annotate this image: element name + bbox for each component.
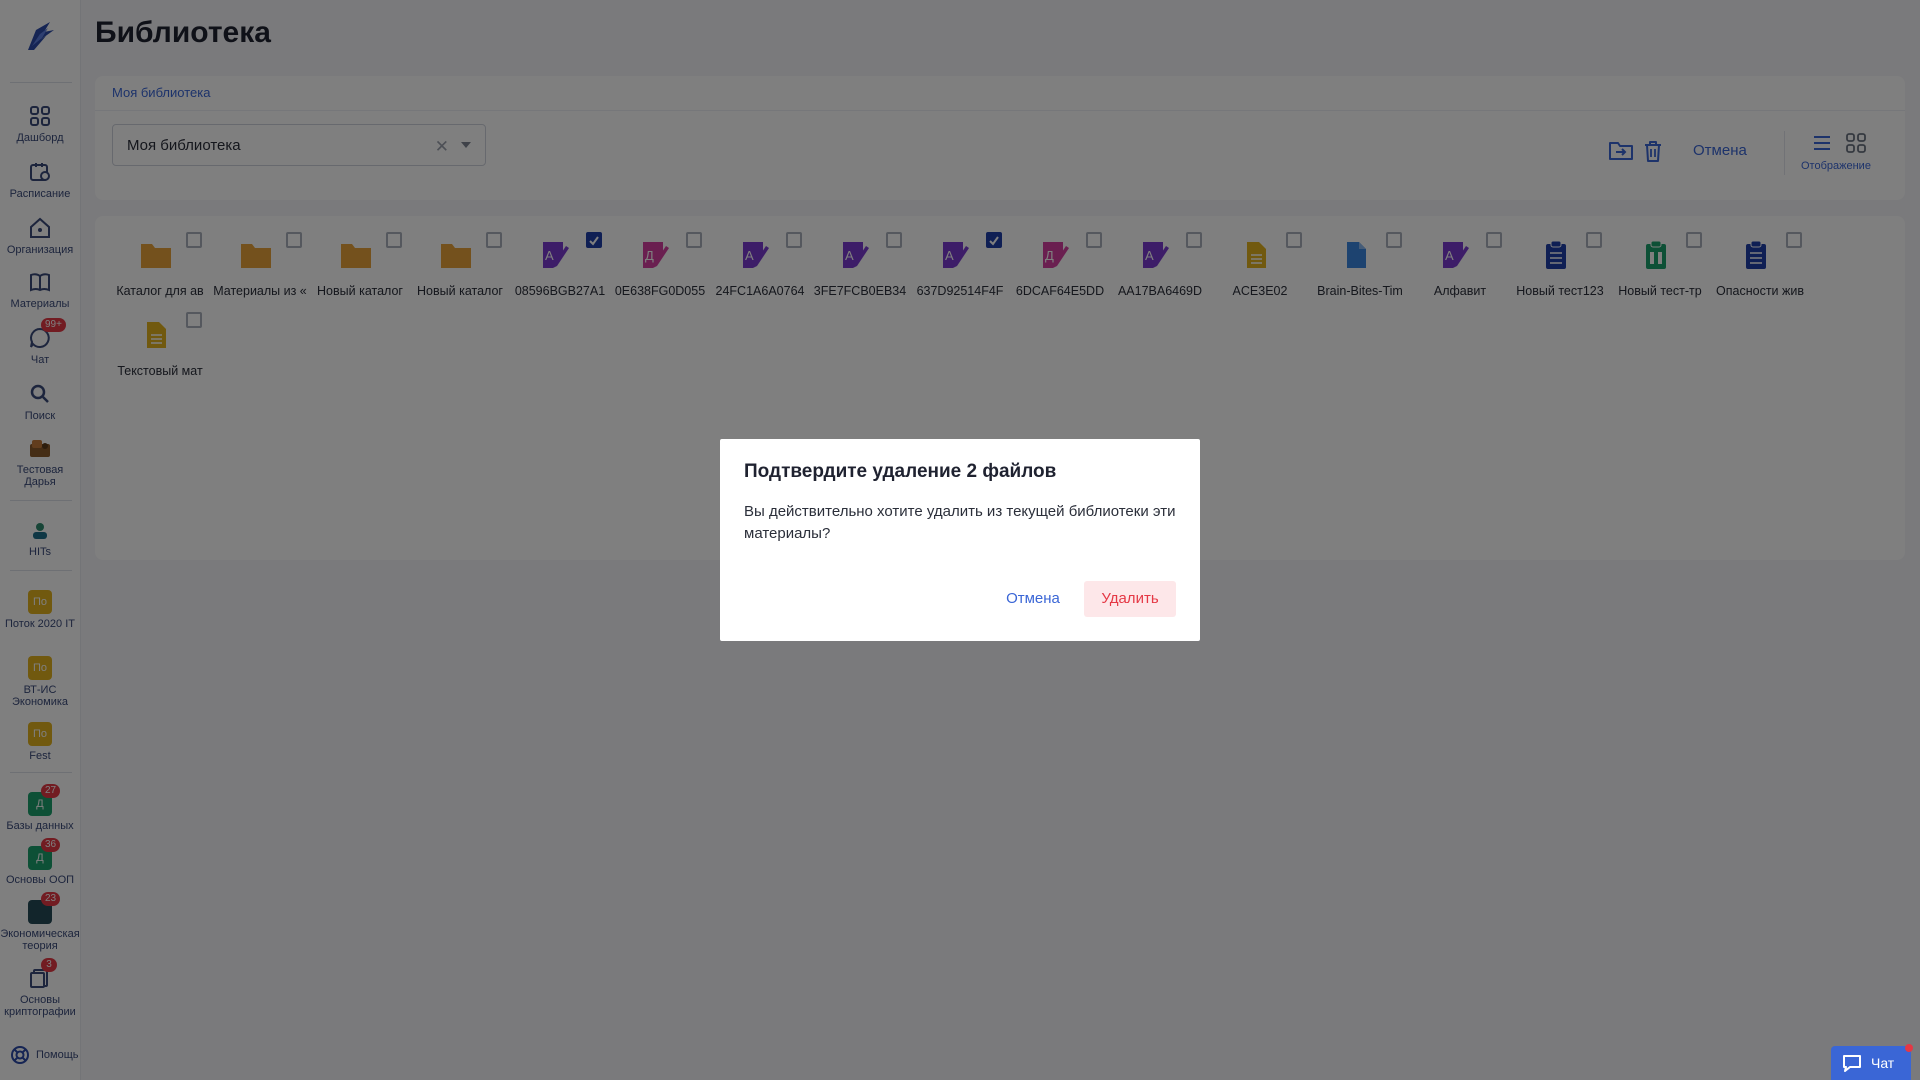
dialog-title: Подтвердите удаление 2 файлов [744, 461, 1057, 482]
confirm-delete-dialog: Подтвердите удаление 2 файлов Вы действи… [720, 439, 1200, 641]
notification-dot [1905, 1044, 1913, 1052]
chat-widget-button[interactable]: Чат [1831, 1044, 1913, 1080]
chat-widget-label: Чат [1871, 1055, 1895, 1071]
chat-bubble-icon [1843, 1055, 1861, 1072]
dialog-delete-button[interactable]: Удалить [1084, 581, 1176, 617]
modal-overlay[interactable]: Подтвердите удаление 2 файлов Вы действи… [0, 0, 1920, 1080]
dialog-message: Вы действительно хотите удалить из текущ… [744, 503, 1176, 542]
dialog-cancel-button[interactable]: Отмена [994, 581, 1072, 617]
